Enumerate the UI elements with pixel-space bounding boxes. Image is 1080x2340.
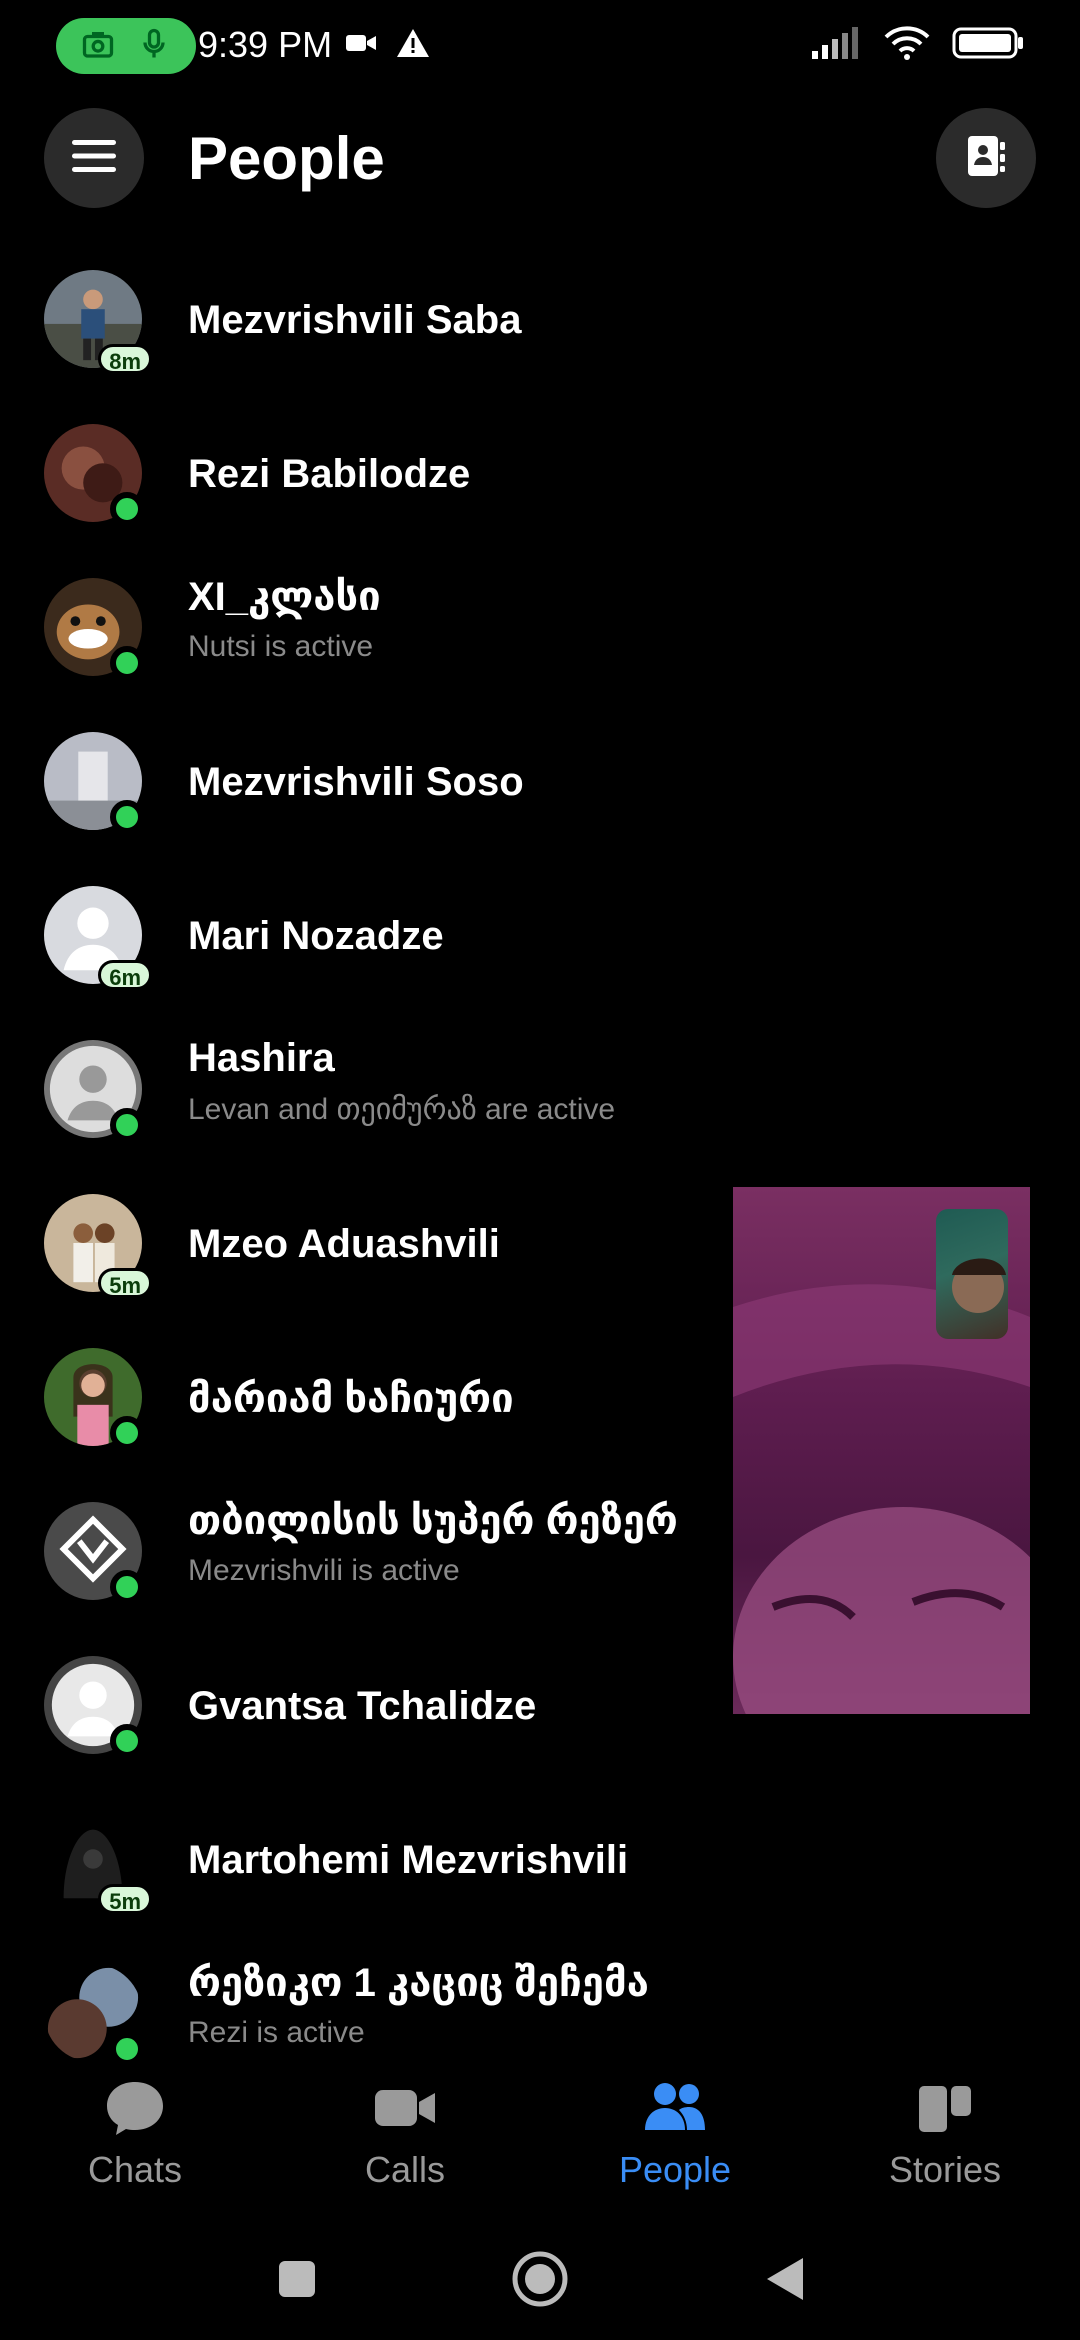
active-subtitle: Rezi is active [188, 2016, 365, 2049]
group-name: თბილისის სუპერ რეზერ [188, 1499, 678, 1543]
person-name: Mezvrishvili Soso [188, 760, 524, 804]
online-indicator [110, 646, 144, 680]
avatar [44, 424, 144, 526]
video-call-preview[interactable] [733, 1187, 1030, 1714]
person-name: Mezvrishvili Saba [188, 298, 522, 342]
recents-button[interactable] [262, 2246, 332, 2316]
square-icon [277, 2259, 317, 2304]
person-name: Rezi Babilodze [188, 452, 471, 496]
avatar: 5m [44, 1194, 152, 1298]
tab-stories[interactable]: Stories [845, 2080, 1045, 2200]
last-active-badge: 5m [98, 1884, 152, 1914]
active-subtitle: Levan and თეიმურაზ are active [188, 1093, 616, 1126]
avatar [44, 732, 144, 834]
avatar [44, 1656, 144, 1758]
person-name: Mzeo Aduashvili [188, 1222, 500, 1266]
tab-label: Chats [87, 2149, 183, 2190]
menu-button[interactable] [44, 108, 144, 208]
avatar [44, 578, 144, 680]
header: People [0, 108, 1080, 208]
video-icon [346, 32, 376, 59]
camera-icon [80, 26, 116, 67]
screen-recording-indicator[interactable] [56, 18, 196, 74]
group-row[interactable]: რეზიკო 1 კაციც შეჩემა Rezi is active [0, 1954, 1080, 2060]
avatar [44, 1964, 144, 2060]
group-row[interactable]: XI_კლასი Nutsi is active [0, 568, 1080, 722]
video-camera-icon [373, 2080, 437, 2141]
group-name: XI_კლასი [188, 575, 381, 619]
circle-icon [510, 2249, 570, 2314]
contact-book-icon [962, 132, 1010, 185]
people-list[interactable]: 8m Mezvrishvili Saba Rezi Babilodze XI_კ… [0, 260, 1080, 2060]
contacts-button[interactable] [936, 108, 1036, 208]
mic-icon [136, 26, 172, 67]
online-indicator [110, 492, 144, 526]
wifi-icon [884, 26, 930, 65]
signal-icon [812, 27, 862, 64]
avatar [44, 1040, 144, 1142]
bottom-nav: Chats Calls People Stories [0, 2060, 1080, 2210]
tab-people[interactable]: People [575, 2080, 775, 2200]
person-row[interactable]: Rezi Babilodze [0, 414, 1080, 568]
tab-label: Stories [888, 2149, 1002, 2190]
online-indicator [110, 800, 144, 834]
last-active-badge: 6m [98, 960, 152, 990]
person-name: Martohemi Mezvrishvili [188, 1838, 629, 1882]
battery-icon [952, 26, 1024, 65]
person-row[interactable]: 8m Mezvrishvili Saba [0, 260, 1080, 414]
page-title: People [188, 125, 385, 192]
tab-calls[interactable]: Calls [305, 2080, 505, 2200]
person-name: Mari Nozadze [188, 914, 444, 958]
active-subtitle: Mezvrishvili is active [188, 1554, 460, 1587]
person-row[interactable]: Mezvrishvili Soso [0, 722, 1080, 876]
avatar [44, 1502, 144, 1604]
online-indicator [110, 1570, 144, 1604]
person-name: Gvantsa Tchalidze [188, 1684, 537, 1728]
person-row[interactable]: 5m Martohemi Mezvrishvili [0, 1800, 1080, 1954]
back-triangle-icon [763, 2254, 807, 2309]
avatar: 8m [44, 270, 152, 374]
back-button[interactable] [750, 2246, 820, 2316]
online-indicator [110, 2032, 144, 2060]
last-active-badge: 5m [98, 1268, 152, 1298]
tab-chats[interactable]: Chats [35, 2080, 235, 2200]
online-indicator [110, 1416, 144, 1450]
group-name: რეზიკო 1 კაციც შეჩემა [188, 1961, 649, 2005]
person-name: მარიამ ხაჩიური [188, 1377, 514, 1421]
status-time: 9:39 PM [198, 24, 333, 65]
stories-icon [913, 2080, 977, 2141]
person-row[interactable]: 6m Mari Nozadze [0, 876, 1080, 1030]
people-icon [643, 2080, 707, 2141]
group-row[interactable]: Hashira Levan and თეიმურაზ are active [0, 1030, 1080, 1184]
status-bar: 9:39 PM [0, 0, 1080, 96]
tab-label: Calls [364, 2149, 445, 2190]
chat-bubble-icon [103, 2080, 167, 2141]
avatar: 6m [44, 886, 152, 990]
last-active-badge: 8m [98, 344, 152, 374]
system-nav-bar [0, 2220, 1080, 2340]
home-button[interactable] [505, 2246, 575, 2316]
online-indicator [110, 1724, 144, 1758]
warning-icon [396, 28, 430, 63]
avatar: 5m [44, 1810, 152, 1914]
avatar [44, 1348, 144, 1450]
tab-label: People [618, 2149, 732, 2190]
group-name: Hashira [188, 1036, 335, 1080]
active-subtitle: Nutsi is active [188, 630, 374, 663]
online-indicator [110, 1108, 144, 1142]
self-video-thumbnail[interactable] [936, 1209, 1008, 1339]
hamburger-icon [70, 136, 118, 181]
